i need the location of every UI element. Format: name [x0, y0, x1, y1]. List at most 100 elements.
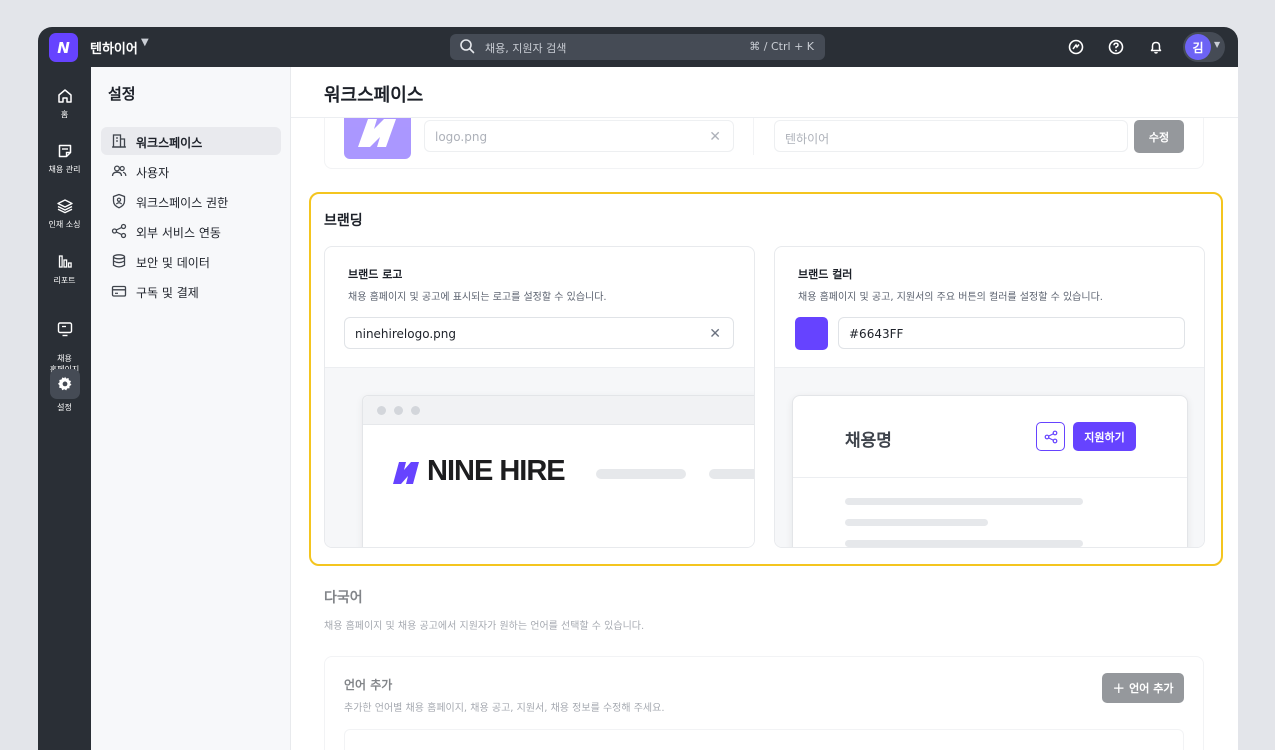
preview-job-title: 채용명 [845, 431, 892, 451]
close-icon[interactable]: ✕ [709, 129, 721, 145]
app-window: N 텐하이어 ▼ 채용, 지원자 검색 ⌘ / Ctrl + K 김 ▼ 홈 채… [38, 27, 1238, 750]
building-icon [112, 134, 126, 148]
sidebar-item-integrations[interactable]: 외부 서비스 연동 [101, 217, 281, 245]
chat-icon[interactable] [1067, 38, 1085, 56]
window-dot [411, 406, 420, 415]
sidebar-item-workspace[interactable]: 워크스페이스 [101, 127, 281, 155]
nav-rail: 홈 채용 관리 인재 소싱 리포트 채용 홈페이지 설정 [38, 67, 91, 750]
browser-toolbar [363, 396, 754, 425]
workspace-switcher[interactable]: 텐하이어 [90, 38, 138, 57]
rail-item-sourcing[interactable]: 인재 소싱 [38, 197, 91, 230]
bar-chart-icon [58, 255, 72, 268]
divider [793, 477, 1187, 478]
share-icon [1044, 430, 1058, 444]
language-desc: 채용 홈페이지 및 채용 공고에서 지원자가 원하는 언어를 선택할 수 있습니… [324, 621, 645, 632]
page-header: 워크스페이스 [291, 67, 1238, 118]
brand-logo-file-input[interactable]: ninehirelogo.png ✕ [344, 317, 734, 349]
help-icon[interactable] [1107, 38, 1125, 56]
window-dot [377, 406, 386, 415]
search-shortcut: ⌘ / Ctrl + K [749, 40, 814, 53]
rail-label: 리포트 [53, 276, 76, 285]
plus-icon: + [1112, 679, 1126, 697]
workspace-logo-file-input[interactable]: logo.png ✕ [424, 120, 734, 152]
placeholder-bar [596, 469, 686, 479]
brand-color-title: 브랜드 컬러 [798, 268, 853, 281]
sidebar-item-users[interactable]: 사용자 [101, 157, 281, 185]
credit-card-icon [111, 285, 127, 297]
search-icon [460, 39, 475, 54]
ninehire-mark-icon [393, 462, 419, 484]
brand-logo-title: 브랜드 로고 [348, 268, 403, 281]
sidebar-item-label: 워크스페이스 권한 [136, 196, 229, 210]
language-add-title: 언어 추가 [344, 678, 393, 692]
rail-item-recruiting[interactable]: 채용 관리 [38, 142, 91, 175]
language-add-desc: 추가한 언어별 채용 홈페이지, 채용 공고, 지원서, 채용 정보를 수정해 … [344, 703, 665, 714]
sidebar-item-label: 사용자 [136, 166, 170, 180]
divider [753, 117, 754, 155]
rail-label: 채용 관리 [48, 165, 81, 174]
sidebar-item-security[interactable]: 보안 및 데이터 [101, 247, 281, 275]
top-bar: N 텐하이어 ▼ 채용, 지원자 검색 ⌘ / Ctrl + K 김 ▼ [38, 27, 1238, 67]
placeholder-bar [709, 469, 754, 479]
sidebar-item-label: 외부 서비스 연동 [136, 226, 221, 240]
brand-color-desc: 채용 홈페이지 및 공고, 지원서의 주요 버튼의 컬러를 설정할 수 있습니다… [798, 292, 1103, 303]
share-icon [111, 223, 127, 239]
add-language-button[interactable]: + 언어 추가 [1102, 673, 1184, 703]
rail-label: 인재 소싱 [48, 220, 81, 229]
brand-color-input[interactable]: #6643FF [838, 317, 1185, 349]
placeholder-bar [845, 498, 1083, 505]
placeholder-bar [845, 519, 988, 526]
preview-apply-button: 지원하기 [1073, 422, 1136, 451]
chevron-down-icon[interactable]: ▼ [141, 37, 149, 48]
window-dot [394, 406, 403, 415]
branding-title: 브랜딩 [324, 213, 363, 229]
chevron-down-icon: ▼ [1214, 40, 1221, 49]
color-swatch[interactable] [795, 317, 828, 350]
preview-share-button [1036, 422, 1065, 451]
preview-logo-text: NINE HIRE [427, 455, 566, 487]
edit-button[interactable]: 수정 [1134, 120, 1184, 153]
job-post-mockup: 채용명 지원하기 [792, 395, 1188, 547]
gear-icon [57, 376, 71, 391]
shield-user-icon [112, 193, 126, 209]
bell-icon[interactable] [1147, 38, 1165, 56]
sidebar-item-permissions[interactable]: 워크스페이스 권한 [101, 187, 281, 215]
rail-active-box [49, 369, 80, 399]
avatar: 김 [1185, 34, 1211, 60]
rail-item-report[interactable]: 리포트 [38, 253, 91, 286]
note-icon [58, 144, 71, 158]
input-value: 텐하이어 [785, 132, 830, 146]
settings-sidebar: 설정 워크스페이스 사용자 워크스페이스 권한 외부 서비스 연동 보안 및 데… [91, 67, 291, 750]
users-icon [111, 165, 127, 177]
sidebar-item-label: 보안 및 데이터 [136, 256, 210, 270]
workspace-name-input[interactable]: 텐하이어 [774, 120, 1128, 152]
sidebar-item-billing[interactable]: 구독 및 결제 [101, 277, 281, 305]
search-placeholder: 채용, 지원자 검색 [485, 42, 567, 55]
rail-item-settings[interactable]: 설정 [38, 369, 91, 413]
search-bar[interactable]: 채용, 지원자 검색 ⌘ / Ctrl + K [450, 34, 825, 60]
file-name: ninehirelogo.png [355, 327, 456, 341]
home-icon [57, 89, 72, 103]
monitor-icon [57, 322, 72, 337]
rail-label: 설정 [57, 403, 72, 412]
sidebar-title: 설정 [108, 85, 136, 103]
file-name: logo.png [435, 130, 488, 144]
language-row [344, 729, 1184, 750]
main-content: 워크스페이스 logo.png ✕ 텐하이어 수정 브랜딩 브랜드 로고 채용 … [291, 67, 1238, 750]
rail-label: 홈 [60, 110, 69, 119]
page-title: 워크스페이스 [324, 85, 424, 106]
brand-color-preview: 채용명 지원하기 [775, 367, 1204, 547]
input-value: #6643FF [849, 327, 904, 341]
rail-item-home[interactable]: 홈 [38, 87, 91, 120]
user-menu[interactable]: 김 ▼ [1183, 32, 1225, 62]
sidebar-item-label: 워크스페이스 [136, 136, 203, 150]
database-icon [112, 254, 126, 268]
browser-mockup: NINE HIRE [362, 395, 754, 547]
brand-logo-desc: 채용 홈페이지 및 공고에 표시되는 로고를 설정할 수 있습니다. [348, 292, 607, 303]
brand-logo-card: 브랜드 로고 채용 홈페이지 및 공고에 표시되는 로고를 설정할 수 있습니다… [324, 246, 755, 548]
language-add-card: 언어 추가 추가한 언어별 채용 홈페이지, 채용 공고, 지원서, 채용 정보… [324, 656, 1204, 750]
close-icon[interactable]: ✕ [709, 326, 721, 342]
app-logo[interactable]: N [49, 33, 78, 62]
add-language-label: 언어 추가 [1129, 682, 1174, 695]
brand-color-card: 브랜드 컬러 채용 홈페이지 및 공고, 지원서의 주요 버튼의 컬러를 설정할… [774, 246, 1205, 548]
